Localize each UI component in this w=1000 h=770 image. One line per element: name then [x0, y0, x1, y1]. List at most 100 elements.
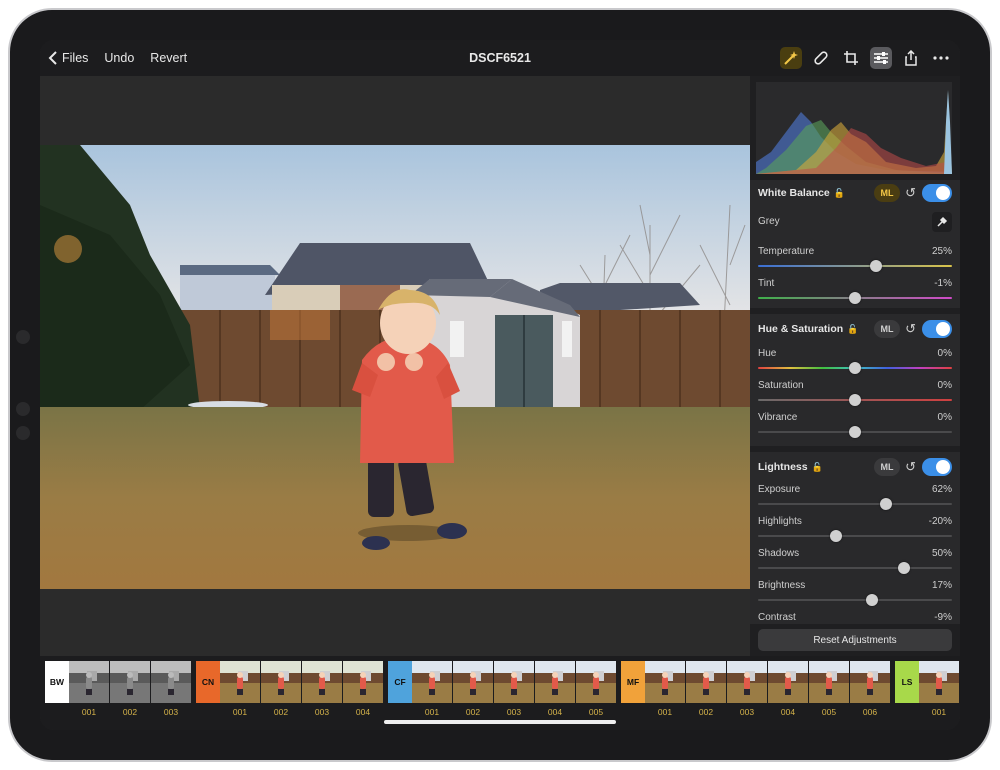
home-indicator [384, 720, 616, 724]
preset-label: 001 [81, 707, 97, 717]
more-icon [933, 56, 949, 60]
slider-label: Saturation [758, 380, 804, 391]
adjust-button[interactable] [870, 47, 892, 69]
preset-thumbnail[interactable] [850, 661, 890, 703]
repair-button[interactable] [810, 47, 832, 69]
reset-adjustments-button[interactable]: Reset Adjustments [758, 629, 952, 651]
slider-value: -1% [934, 278, 952, 289]
preset-thumbnail[interactable] [412, 661, 452, 703]
preset-label: 004 [780, 707, 796, 717]
temperature-track [758, 265, 952, 267]
lock-icon: 🔓 [847, 323, 859, 334]
exposure-row: Exposure 62% [758, 484, 952, 512]
slider-value: -20% [928, 516, 952, 527]
histogram [756, 82, 952, 174]
preset-thumbnail[interactable] [686, 661, 726, 703]
ml-enhance-button[interactable] [780, 47, 802, 69]
eyedropper-button[interactable] [932, 212, 952, 232]
vibrance-slider[interactable] [849, 426, 861, 438]
lightness-ml-button[interactable]: ML [874, 458, 900, 476]
preset-label: 002 [122, 707, 138, 717]
white-balance-ml-button[interactable]: ML [874, 184, 900, 202]
preset-group-swatch[interactable]: CN [196, 661, 220, 703]
temperature-slider[interactable] [870, 260, 883, 272]
highlights-track [758, 535, 952, 537]
preset-thumbnail[interactable] [809, 661, 849, 703]
hue-slider[interactable] [849, 362, 861, 374]
share-button[interactable] [900, 47, 922, 69]
slider-label: Shadows [758, 548, 800, 559]
top-toolbar: Files Undo Revert DSCF6521 [40, 40, 960, 76]
preset-thumbnail[interactable] [727, 661, 767, 703]
slider-value: 62% [931, 484, 952, 495]
highlights-slider[interactable] [829, 530, 842, 542]
preset-thumbnail[interactable] [919, 661, 959, 703]
shadows-slider[interactable] [897, 562, 910, 574]
crop-icon [844, 51, 858, 65]
preset-thumbnail[interactable] [110, 661, 150, 703]
lightness-section: Lightness 🔓 ML ↺ Exposure 62% Highlights… [750, 452, 960, 624]
tint-row: Tint -1% [758, 278, 952, 306]
side-button [16, 426, 30, 440]
preset-thumbnail[interactable] [645, 661, 685, 703]
undo-button[interactable]: Undo [104, 51, 134, 65]
photo-canvas[interactable] [40, 76, 750, 656]
temperature-row: Temperature 25% [758, 246, 952, 274]
preset-thumbnail[interactable] [453, 661, 493, 703]
revert-button[interactable]: Revert [150, 51, 187, 65]
preset-thumbnail[interactable] [494, 661, 534, 703]
preset-group-swatch[interactable]: CF [388, 661, 412, 703]
white-balance-reset-icon[interactable]: ↺ [905, 185, 916, 201]
white-balance-title: White Balance [758, 187, 830, 199]
preset-thumbnail[interactable] [576, 661, 616, 703]
brightness-row: Brightness 17% [758, 580, 952, 608]
preset-label: 002 [273, 707, 289, 717]
preset-group-swatch[interactable]: LS [895, 661, 919, 703]
more-button[interactable] [930, 47, 952, 69]
preset-thumbnail[interactable] [261, 661, 301, 703]
saturation-row: Saturation 0% [758, 380, 952, 408]
back-button[interactable]: Files [48, 51, 88, 65]
brightness-track [758, 599, 952, 601]
highlights-row: Highlights -20% [758, 516, 952, 544]
hue-saturation-title: Hue & Saturation [758, 323, 844, 335]
white-balance-toggle[interactable] [922, 184, 952, 202]
shadows-row: Shadows 50% [758, 548, 952, 576]
preset-thumbnail[interactable] [768, 661, 808, 703]
slider-value: 17% [931, 580, 952, 591]
preset-thumbnail[interactable] [69, 661, 109, 703]
hue-saturation-toggle[interactable] [922, 320, 952, 338]
lightness-toggle[interactable] [922, 458, 952, 476]
brightness-slider[interactable] [866, 594, 879, 606]
preset-label: 003 [163, 707, 179, 717]
tint-slider[interactable] [849, 292, 861, 304]
preset-thumbnail[interactable] [535, 661, 575, 703]
preset-label: 006 [862, 707, 878, 717]
slider-label: Hue [758, 348, 777, 359]
slider-label: Vibrance [758, 412, 798, 423]
slider-value: 0% [937, 412, 952, 423]
hue-saturation-reset-icon[interactable]: ↺ [905, 321, 916, 337]
slider-label: Brightness [758, 580, 806, 591]
preset-thumbnail[interactable] [302, 661, 342, 703]
exposure-slider[interactable] [880, 498, 893, 510]
lightness-title: Lightness [758, 461, 808, 473]
slider-value: 50% [931, 548, 952, 559]
preset-thumbnail[interactable] [220, 661, 260, 703]
preset-label: 001 [232, 707, 248, 717]
preset-strip: BW 001 002 003 CN 001 002 003 004 CF 001 002 003 004 0… [40, 656, 960, 730]
hue-saturation-section: Hue & Saturation 🔓 ML ↺ Hue 0% Saturatio… [750, 314, 960, 446]
preset-thumbnail[interactable] [151, 661, 191, 703]
photo-image[interactable] [40, 145, 750, 589]
preset-thumbnail[interactable] [343, 661, 383, 703]
hue-saturation-ml-button[interactable]: ML [874, 320, 900, 338]
crop-button[interactable] [840, 47, 862, 69]
share-icon [905, 50, 917, 66]
preset-label: 005 [588, 707, 604, 717]
saturation-slider[interactable] [849, 394, 861, 406]
preset-group-swatch[interactable]: MF [621, 661, 645, 703]
preset-label: 004 [355, 707, 371, 717]
preset-group-swatch[interactable]: BW [45, 661, 69, 703]
adjust-sliders-icon [874, 52, 888, 64]
lightness-reset-icon[interactable]: ↺ [905, 459, 916, 475]
